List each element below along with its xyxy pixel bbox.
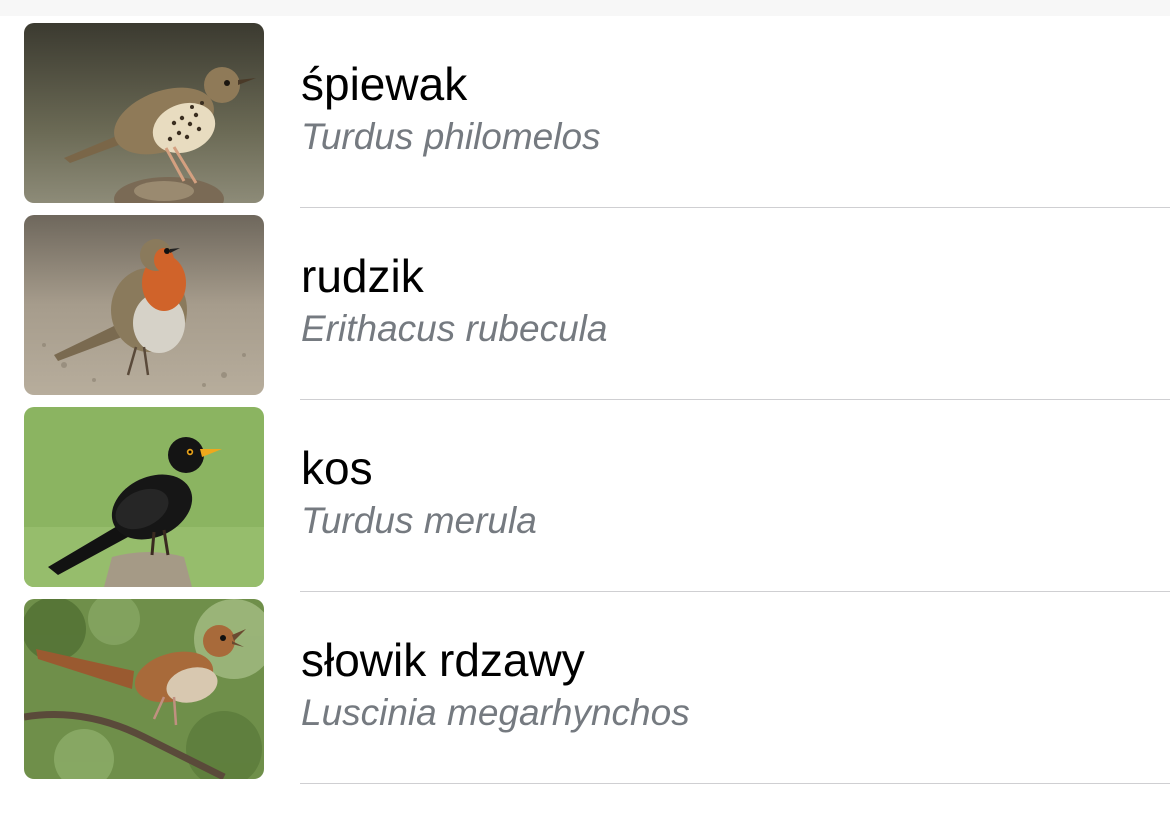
latin-name: Turdus merula <box>301 500 537 541</box>
song-thrush-photo <box>24 23 264 203</box>
list-item-spiewak[interactable]: śpiewak Turdus philomelos <box>0 16 1170 208</box>
bird-text: słowik rdzawy Luscinia megarhynchos <box>301 632 690 736</box>
bird-text: kos Turdus merula <box>301 440 537 544</box>
bird-text: rudzik Erithacus rubecula <box>301 248 607 352</box>
latin-name: Turdus philomelos <box>301 116 601 157</box>
robin-photo <box>24 215 264 395</box>
common-name: słowik rdzawy <box>301 634 585 686</box>
list-item-kos[interactable]: kos Turdus merula <box>0 400 1170 592</box>
bird-list: śpiewak Turdus philomelos rudzik Erithac… <box>0 16 1170 784</box>
top-bar <box>0 0 1170 16</box>
row-separator <box>300 783 1170 784</box>
common-name: śpiewak <box>301 58 468 110</box>
nightingale-photo <box>24 599 264 779</box>
list-item-slowik-rdzawy[interactable]: słowik rdzawy Luscinia megarhynchos <box>0 592 1170 784</box>
list-item-rudzik[interactable]: rudzik Erithacus rubecula <box>0 208 1170 400</box>
blackbird-photo <box>24 407 264 587</box>
latin-name: Luscinia megarhynchos <box>301 692 690 733</box>
common-name: kos <box>301 442 373 494</box>
common-name: rudzik <box>301 250 424 302</box>
latin-name: Erithacus rubecula <box>301 308 608 349</box>
bird-text: śpiewak Turdus philomelos <box>301 56 601 160</box>
